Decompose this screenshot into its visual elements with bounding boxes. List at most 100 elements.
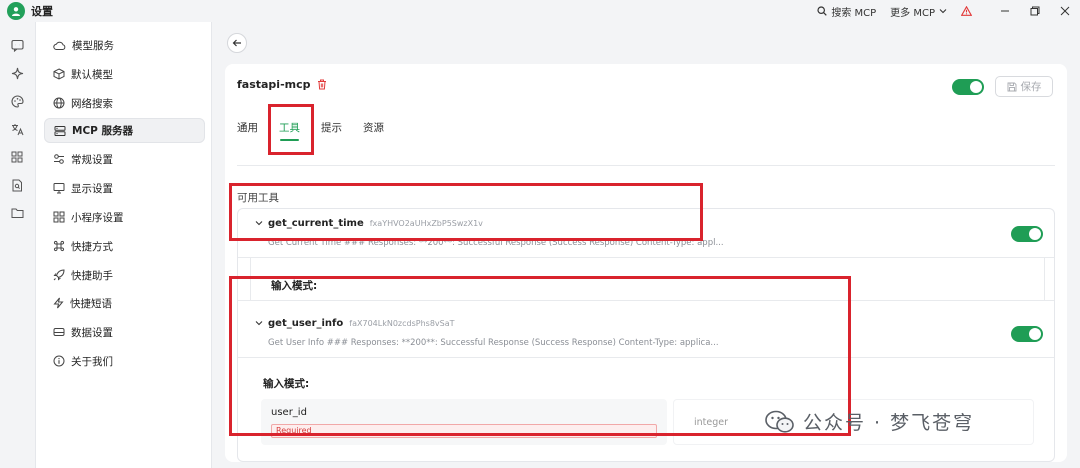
apps-grid-icon[interactable] <box>10 150 24 164</box>
param-type: integer <box>694 417 729 428</box>
database-icon <box>53 328 65 336</box>
sidebar-item-label: 网络搜索 <box>71 97 113 110</box>
tool-row-get-current-time[interactable]: get_current_time fxaYHVO2aUHxZbP5SwzX1v G… <box>238 209 1054 257</box>
title-bar: 设置 搜索 MCP 更多 MCP <box>0 0 1080 22</box>
window-title: 设置 <box>31 5 53 18</box>
wechat-logo-icon <box>765 410 794 433</box>
monitor-icon <box>53 183 65 194</box>
tool-description: Get User Info ### Responses: **200**: Su… <box>268 338 719 348</box>
chevron-down-icon[interactable] <box>255 219 263 227</box>
globe-icon <box>53 97 65 109</box>
tool-schema-panel: 输入模式: <box>250 258 1045 300</box>
mcp-server-card: fastapi-mcp 保存 通用 工具 提示 资源 可用工具 get_curr… <box>225 64 1067 462</box>
tab-divider <box>237 165 1055 166</box>
tab-resources[interactable]: 资源 <box>363 120 384 144</box>
sidebar-item-mcp-server[interactable]: MCP 服务器 <box>44 118 205 143</box>
info-icon <box>53 355 65 367</box>
tab-prompts[interactable]: 提示 <box>321 120 342 144</box>
sidebar-item-label: 关于我们 <box>71 355 113 368</box>
minimize-icon <box>1001 10 1009 12</box>
watermark: 公众号 · 梦飞苍穹 <box>765 408 974 435</box>
chat-icon[interactable] <box>10 38 24 52</box>
tool-id: fxaYHVO2aUHxZbP5SwzX1v <box>369 219 483 228</box>
sidebar-item-model-service[interactable]: 模型服务 <box>44 33 205 57</box>
available-tools-label: 可用工具 <box>237 192 279 204</box>
folder-icon[interactable] <box>10 206 24 220</box>
maximize-button[interactable] <box>1020 0 1050 22</box>
search-icon <box>817 6 828 16</box>
back-button[interactable] <box>227 33 247 53</box>
tab-general[interactable]: 通用 <box>237 120 258 144</box>
tab-tools[interactable]: 工具 <box>279 120 300 144</box>
chevron-down-icon[interactable] <box>255 319 263 327</box>
close-icon <box>1060 6 1070 16</box>
server-enable-toggle[interactable] <box>952 79 984 95</box>
user-avatar-icon[interactable] <box>7 2 25 20</box>
cloud-icon <box>53 41 66 50</box>
sidebar-item-quick-phrases[interactable]: 快捷短语 <box>44 291 205 315</box>
more-mcp-button[interactable]: 更多 MCP <box>890 4 947 19</box>
tool-enable-toggle[interactable] <box>1011 226 1043 242</box>
arrow-left-icon <box>232 39 241 47</box>
sidebar-item-quick-assistant[interactable]: 快捷助手 <box>44 263 205 287</box>
zap-icon <box>53 297 64 309</box>
rocket-icon <box>53 269 65 281</box>
grid-icon <box>53 211 65 223</box>
sidebar-item-label: 模型服务 <box>72 39 114 52</box>
warning-icon <box>961 6 972 16</box>
server-icon <box>54 125 66 136</box>
save-button[interactable]: 保存 <box>995 76 1053 97</box>
sidebar-item-miniapp-settings[interactable]: 小程序设置 <box>44 205 205 229</box>
sidebar-item-default-model[interactable]: 默认模型 <box>44 62 205 86</box>
sidebar-item-general-settings[interactable]: 常规设置 <box>44 147 205 171</box>
file-search-icon[interactable] <box>10 178 24 192</box>
sidebar-item-web-search[interactable]: 网络搜索 <box>44 91 205 115</box>
sidebar-item-label: 快捷助手 <box>71 269 113 282</box>
tool-enable-toggle[interactable] <box>1011 326 1043 342</box>
tool-row-get-user-info[interactable]: get_user_info faX704LkN0zcdsPhs8vSaT Get … <box>238 309 1054 357</box>
close-window-button[interactable] <box>1050 0 1080 22</box>
sparkle-icon[interactable] <box>10 66 24 80</box>
search-mcp-label: 搜索 MCP <box>831 7 877 19</box>
required-badge: Required <box>271 424 657 438</box>
settings-sidebar: 模型服务 默认模型 网络搜索 MCP 服务器 常规设置 显示设置 小程序设置 快… <box>35 22 212 468</box>
sidebar-item-shortcuts[interactable]: 快捷方式 <box>44 234 205 258</box>
sidebar-item-display-settings[interactable]: 显示设置 <box>44 176 205 200</box>
minimize-button[interactable] <box>990 0 1020 22</box>
warning-button[interactable] <box>961 6 972 16</box>
divider <box>238 300 1054 301</box>
save-label: 保存 <box>1020 81 1042 93</box>
sidebar-item-label: 常规设置 <box>71 153 113 166</box>
watermark-text: 公众号 · 梦飞苍穹 <box>803 412 975 434</box>
sidebar-item-label: MCP 服务器 <box>72 125 134 137</box>
tool-description: Get Current Time ### Responses: **200**:… <box>268 238 724 248</box>
command-icon <box>53 240 65 252</box>
server-name: fastapi-mcp <box>237 78 311 91</box>
sidebar-item-label: 快捷方式 <box>71 240 113 253</box>
cube-icon <box>53 68 65 80</box>
search-mcp-button[interactable]: 搜索 MCP <box>817 4 876 19</box>
trash-icon[interactable] <box>317 79 327 90</box>
palette-icon[interactable] <box>10 94 24 108</box>
schema-title: 输入模式: <box>271 280 318 292</box>
param-name: user_id <box>271 407 307 418</box>
tool-id: faX704LkN0zcdsPhs8vSaT <box>349 319 455 328</box>
chevron-down-icon <box>939 9 947 14</box>
divider <box>238 357 1054 358</box>
translate-icon[interactable] <box>10 122 24 136</box>
more-mcp-label: 更多 MCP <box>890 7 935 19</box>
sidebar-item-label: 默认模型 <box>71 68 113 81</box>
sidebar-item-label: 显示设置 <box>71 182 113 195</box>
sidebar-item-about[interactable]: 关于我们 <box>44 349 205 373</box>
sidebar-item-data-settings[interactable]: 数据设置 <box>44 320 205 344</box>
tool-name: get_current_time <box>268 218 364 229</box>
sidebar-item-label: 小程序设置 <box>71 211 124 224</box>
icon-rail <box>0 22 35 468</box>
param-name-cell: user_id Required <box>261 399 667 445</box>
tool-name: get_user_info <box>268 318 344 329</box>
sliders-icon <box>54 154 64 164</box>
schema-title: 输入模式: <box>263 378 310 390</box>
tab-bar: 通用 工具 提示 资源 <box>237 120 405 144</box>
sidebar-item-label: 数据设置 <box>71 326 113 339</box>
sidebar-item-label: 快捷短语 <box>70 297 112 310</box>
